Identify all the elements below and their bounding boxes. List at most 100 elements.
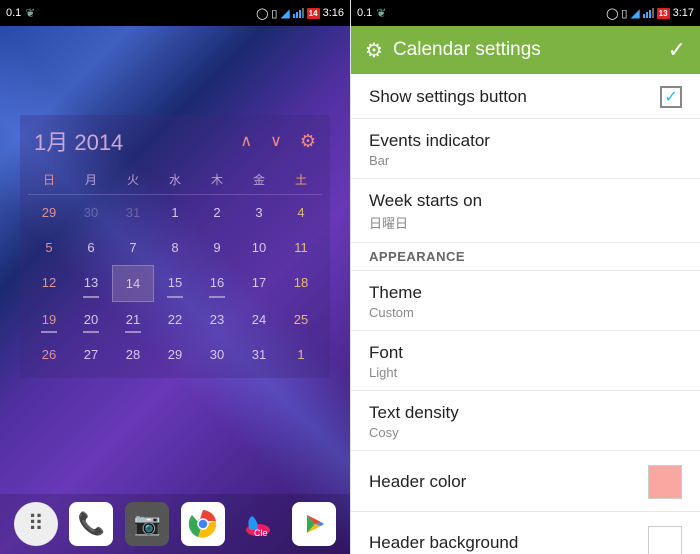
cleaner-icon[interactable]: Cle bbox=[236, 502, 280, 546]
calendar-day[interactable]: 4 bbox=[280, 195, 322, 230]
setting-item[interactable]: Theme Custom bbox=[351, 271, 700, 331]
checkbox[interactable]: ✓ bbox=[660, 86, 682, 108]
camera-icon[interactable]: 📷 bbox=[125, 502, 169, 546]
weekday-label: 月 bbox=[70, 171, 112, 188]
calendar-day[interactable]: 5 bbox=[28, 230, 70, 265]
calendar-day[interactable]: 10 bbox=[238, 230, 280, 265]
data-indicator: 0.1 bbox=[6, 7, 21, 19]
setting-value: Cosy bbox=[369, 425, 459, 440]
calendar-day[interactable]: 31 bbox=[112, 195, 154, 230]
setting-label: Header color bbox=[369, 472, 466, 492]
calendar-day[interactable]: 1 bbox=[280, 337, 322, 372]
calendar-day[interactable]: 20 bbox=[70, 302, 112, 337]
calendar-day[interactable]: 3 bbox=[238, 195, 280, 230]
calendar-day[interactable]: 25 bbox=[280, 302, 322, 337]
setting-item[interactable]: Header background bbox=[351, 512, 700, 554]
calendar-day[interactable]: 22 bbox=[154, 302, 196, 337]
weekday-header: 日月火水木金土 bbox=[28, 165, 322, 195]
setting-value: Custom bbox=[369, 305, 422, 320]
setting-label: Show settings button bbox=[369, 87, 527, 107]
phone-icon[interactable]: 📞 bbox=[69, 502, 113, 546]
signal-icon bbox=[293, 8, 304, 18]
calendar-day[interactable]: 8 bbox=[154, 230, 196, 265]
data-indicator: 0.1 bbox=[357, 7, 372, 19]
setting-label: Header background bbox=[369, 533, 518, 553]
vibrate-icon: ▯ bbox=[271, 7, 277, 20]
weekday-label: 水 bbox=[154, 171, 196, 188]
vibrate-icon: ▯ bbox=[621, 7, 627, 20]
weekday-label: 土 bbox=[280, 171, 322, 188]
calendar-grid: 2930311234567891011121314151617181920212… bbox=[28, 195, 322, 372]
battery-icon: 13 bbox=[657, 8, 670, 19]
calendar-day[interactable]: 1 bbox=[154, 195, 196, 230]
calendar-day[interactable]: 26 bbox=[28, 337, 70, 372]
calendar-day[interactable]: 7 bbox=[112, 230, 154, 265]
setting-value: 日曜日 bbox=[369, 213, 482, 232]
home-screen: 0.1 ❦ ◯ ▯ ◢ 14 3:16 1月 2014 ∧ ∨ ⚙ 日月火水木金… bbox=[0, 0, 350, 554]
sync-icon: ◯ bbox=[256, 7, 268, 20]
signal-icon bbox=[643, 8, 654, 18]
calendar-widget[interactable]: 1月 2014 ∧ ∨ ⚙ 日月火水木金土 293031123456789101… bbox=[20, 115, 330, 378]
setting-item[interactable]: FontLight bbox=[351, 331, 700, 391]
calendar-day[interactable]: 14 bbox=[112, 265, 154, 302]
next-month-button[interactable]: ∨ bbox=[270, 131, 282, 151]
weekday-label: 日 bbox=[28, 171, 70, 188]
color-swatch[interactable] bbox=[648, 465, 682, 499]
setting-label: Week starts on bbox=[369, 191, 482, 211]
calendar-day[interactable]: 6 bbox=[70, 230, 112, 265]
calendar-day[interactable]: 9 bbox=[196, 230, 238, 265]
setting-label: Events indicator bbox=[369, 131, 490, 151]
setting-item[interactable]: Show settings button ✓ bbox=[351, 74, 700, 119]
setting-value: Light bbox=[369, 365, 403, 380]
calendar-day[interactable]: 27 bbox=[70, 337, 112, 372]
calendar-day[interactable]: 12 bbox=[28, 265, 70, 302]
battery-icon: 14 bbox=[307, 8, 320, 19]
calendar-settings-button[interactable]: ⚙ bbox=[300, 131, 316, 152]
calendar-day[interactable]: 2 bbox=[196, 195, 238, 230]
setting-item[interactable]: Text density Cosy bbox=[351, 391, 700, 451]
status-bar: 0.1 ❦ ◯ ▯ ◢ 14 3:16 bbox=[0, 0, 350, 26]
sync-icon: ◯ bbox=[606, 7, 618, 20]
weekday-label: 金 bbox=[238, 171, 280, 188]
weekday-label: 火 bbox=[112, 171, 154, 188]
calendar-day[interactable]: 19 bbox=[28, 302, 70, 337]
weekday-label: 木 bbox=[196, 171, 238, 188]
confirm-button[interactable]: ✓ bbox=[668, 37, 686, 63]
apps-icon[interactable]: ⠿ bbox=[14, 502, 58, 546]
setting-label: Text density bbox=[369, 403, 459, 423]
settings-list: Show settings button ✓ Events indicatorBar… bbox=[351, 74, 700, 554]
setting-label: Theme bbox=[369, 283, 422, 303]
calendar-day[interactable]: 23 bbox=[196, 302, 238, 337]
calendar-day[interactable]: 28 bbox=[112, 337, 154, 372]
chrome-icon[interactable] bbox=[181, 502, 225, 546]
settings-title: Calendar settings bbox=[393, 39, 668, 61]
setting-item[interactable]: Events indicatorBar bbox=[351, 119, 700, 179]
clock: 3:17 bbox=[673, 7, 694, 19]
calendar-day[interactable]: 21 bbox=[112, 302, 154, 337]
wifi-icon: ◢ bbox=[630, 6, 639, 20]
calendar-day[interactable]: 31 bbox=[238, 337, 280, 372]
clock: 3:16 bbox=[323, 7, 344, 19]
calendar-day[interactable]: 13 bbox=[70, 265, 112, 302]
gear-icon: ⚙ bbox=[365, 38, 383, 63]
calendar-day[interactable]: 15 bbox=[154, 265, 196, 302]
calendar-day[interactable]: 18 bbox=[280, 265, 322, 302]
calendar-day[interactable]: 29 bbox=[28, 195, 70, 230]
dock: ⠿ 📞 📷 Cle bbox=[0, 494, 350, 554]
calendar-day[interactable]: 30 bbox=[196, 337, 238, 372]
leaf-icon: ❦ bbox=[376, 6, 386, 20]
calendar-day[interactable]: 17 bbox=[238, 265, 280, 302]
setting-item[interactable]: Week starts on 日曜日 bbox=[351, 179, 700, 243]
play-store-icon[interactable] bbox=[292, 502, 336, 546]
calendar-day[interactable]: 29 bbox=[154, 337, 196, 372]
calendar-day[interactable]: 24 bbox=[238, 302, 280, 337]
setting-item[interactable]: Header color bbox=[351, 451, 700, 512]
color-swatch[interactable] bbox=[648, 526, 682, 554]
wifi-icon: ◢ bbox=[280, 6, 289, 20]
calendar-day[interactable]: 30 bbox=[70, 195, 112, 230]
calendar-day[interactable]: 11 bbox=[280, 230, 322, 265]
section-header: APPEARANCE bbox=[351, 243, 700, 271]
settings-screen: 0.1 ❦ ◯ ▯ ◢ 13 3:17 ⚙ Calendar settings … bbox=[350, 0, 700, 554]
prev-month-button[interactable]: ∧ bbox=[240, 131, 252, 151]
calendar-day[interactable]: 16 bbox=[196, 265, 238, 302]
